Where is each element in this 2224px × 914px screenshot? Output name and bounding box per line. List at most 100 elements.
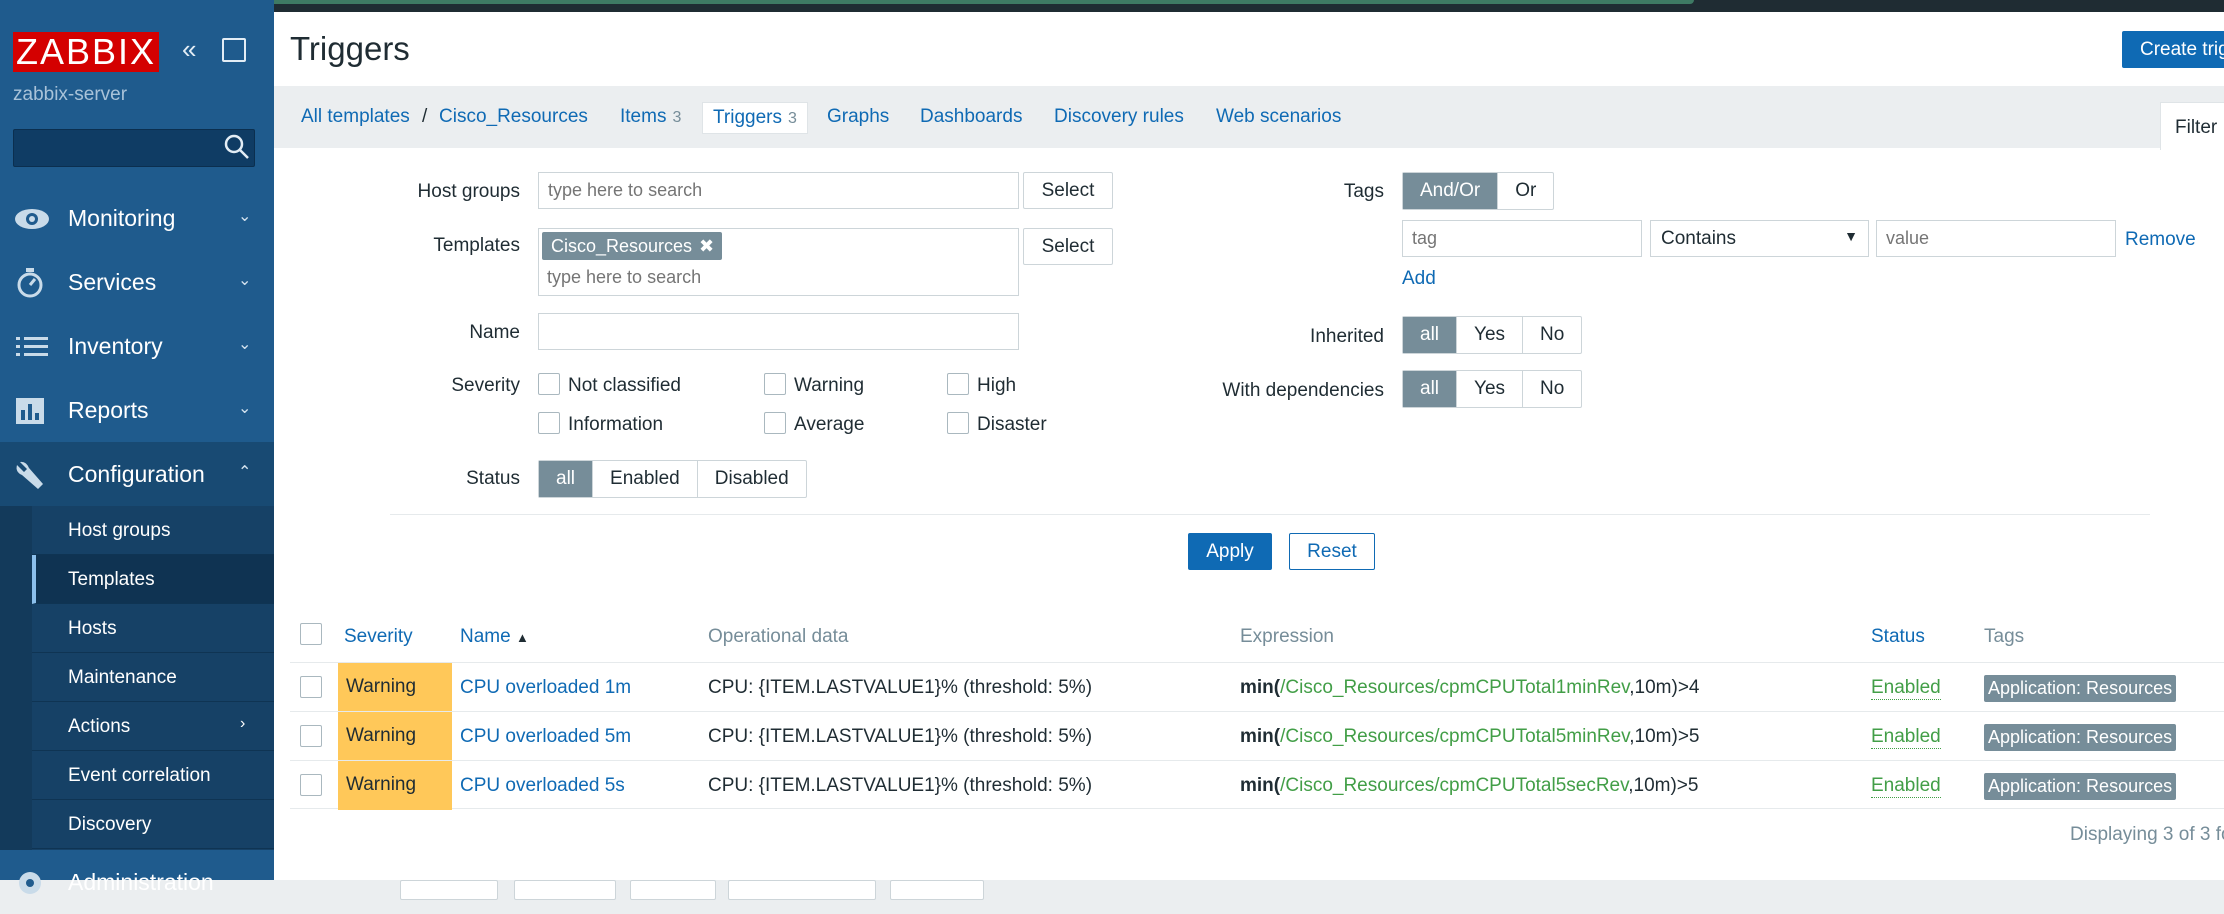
name-input[interactable]	[538, 313, 1019, 350]
gear-icon	[19, 872, 41, 894]
apply-button[interactable]: Apply	[1188, 533, 1272, 570]
mass-action-button[interactable]	[728, 880, 876, 900]
templates-search-input[interactable]	[540, 262, 1010, 292]
expression-rest: ,10m)>4	[1629, 677, 1700, 698]
tag-name-input[interactable]	[1402, 220, 1642, 257]
select-all-checkbox[interactable]	[300, 623, 322, 645]
severity-checkbox-average[interactable]	[764, 412, 786, 434]
submenu-maintenance[interactable]: Maintenance	[32, 653, 274, 702]
reset-button[interactable]: Reset	[1289, 533, 1375, 570]
tab-items[interactable]: Items 3	[620, 86, 681, 148]
menu-configuration[interactable]: Configuration ⌃	[0, 442, 274, 506]
remove-chip-icon[interactable]: ✖	[699, 232, 714, 260]
menu-reports[interactable]: Reports ⌄	[0, 378, 274, 442]
row-checkbox[interactable]	[300, 774, 322, 796]
severity-checkbox-warning[interactable]	[764, 373, 786, 395]
severity-checkbox-disaster[interactable]	[947, 412, 969, 434]
host-groups-select-button[interactable]: Select	[1023, 172, 1113, 209]
tags-andor-button[interactable]: And/Or	[1403, 173, 1499, 209]
submenu-label: Discovery	[68, 814, 152, 835]
expression-item-link[interactable]: /Cisco_Resources/cpmCPUTotal5minRev	[1280, 726, 1629, 747]
mass-action-button[interactable]	[514, 880, 616, 900]
menu-services[interactable]: Services ⌄	[0, 250, 274, 314]
host-groups-input[interactable]	[538, 172, 1019, 209]
mass-action-button[interactable]	[890, 880, 984, 900]
expression-item-link[interactable]: /Cisco_Resources/cpmCPUTotal1minRev	[1280, 677, 1629, 698]
col-header-name[interactable]: Name ▲	[460, 626, 529, 648]
trigger-name-link[interactable]: CPU overloaded 5m	[460, 726, 631, 748]
submenu-host-groups[interactable]: Host groups	[32, 506, 274, 555]
trigger-name-link[interactable]: CPU overloaded 5s	[460, 775, 625, 797]
remove-tag-link[interactable]: Remove	[2125, 229, 2196, 251]
stopwatch-icon	[17, 268, 43, 298]
severity-label-information: Information	[568, 414, 664, 435]
status-toggle-link[interactable]: Enabled	[1871, 726, 1941, 749]
tag-badge[interactable]: Application: Resources	[1984, 724, 2177, 751]
tag-operator-select[interactable]: Contains ▼	[1650, 220, 1869, 257]
dependencies-all-button[interactable]: all	[1403, 371, 1458, 407]
submenu-discovery[interactable]: Discovery	[32, 800, 274, 849]
row-checkbox[interactable]	[300, 725, 322, 747]
severity-badge: Warning	[338, 663, 452, 712]
tab-dashboards[interactable]: Dashboards	[920, 86, 1022, 148]
filter-tab[interactable]: Filter	[2160, 102, 2224, 150]
status-all-button[interactable]: all	[539, 461, 594, 497]
severity-label-high: High	[977, 375, 1017, 396]
row-checkbox[interactable]	[300, 676, 322, 698]
add-tag-link[interactable]: Add	[1402, 268, 1436, 290]
trigger-name-link[interactable]: CPU overloaded 1m	[460, 677, 631, 699]
dependencies-yes-button[interactable]: Yes	[1457, 371, 1524, 407]
col-header-status[interactable]: Status	[1871, 626, 1925, 648]
breadcrumb-template[interactable]: Cisco_Resources	[439, 86, 588, 148]
tags-label: Tags	[1343, 181, 1384, 202]
expression-function: min(	[1240, 677, 1281, 698]
status-toggle: all Enabled Disabled	[538, 460, 807, 498]
tag-badge[interactable]: Application: Resources	[1984, 675, 2177, 702]
sort-ascending-icon: ▲	[515, 630, 529, 645]
col-header-severity[interactable]: Severity	[344, 626, 413, 648]
zabbix-logo[interactable]: ZABBIX	[13, 32, 159, 72]
name-label: Name	[469, 322, 520, 343]
search-icon[interactable]	[222, 132, 252, 162]
mass-action-button[interactable]	[630, 880, 716, 900]
submenu-event-correlation[interactable]: Event correlation	[32, 751, 274, 800]
kiosk-mode-icon[interactable]	[222, 38, 246, 62]
submenu-templates[interactable]: Templates	[32, 555, 274, 604]
tag-value-input[interactable]	[1876, 220, 2116, 257]
tab-web-scenarios[interactable]: Web scenarios	[1216, 86, 1341, 148]
inherited-all-button[interactable]: all	[1403, 317, 1458, 353]
tab-triggers[interactable]: Triggers 3	[702, 102, 808, 134]
menu-inventory[interactable]: Inventory ⌄	[0, 314, 274, 378]
tag-badge[interactable]: Application: Resources	[1984, 773, 2177, 800]
status-toggle-link[interactable]: Enabled	[1871, 677, 1941, 700]
tags-or-button[interactable]: Or	[1498, 173, 1553, 209]
menu-administration[interactable]: Administration	[0, 850, 274, 914]
status-enabled-button[interactable]: Enabled	[593, 461, 698, 497]
submenu-hosts[interactable]: Hosts	[32, 604, 274, 653]
submenu-label: Hosts	[68, 618, 117, 639]
menu-label: Administration	[68, 869, 214, 895]
templates-select-button[interactable]: Select	[1023, 228, 1113, 265]
submenu-actions[interactable]: Actions ›	[32, 702, 274, 751]
sidebar-search-input[interactable]	[13, 129, 255, 167]
tab-label: Triggers	[713, 107, 782, 128]
menu-label: Reports	[68, 397, 149, 423]
table-row: Warning CPU overloaded 1m CPU: {ITEM.LAS…	[290, 662, 2224, 712]
status-disabled-button[interactable]: Disabled	[698, 461, 806, 497]
collapse-sidebar-icon[interactable]: «	[182, 34, 196, 65]
menu-monitoring[interactable]: Monitoring ⌄	[0, 186, 274, 250]
severity-checkbox-information[interactable]	[538, 412, 560, 434]
severity-checkbox-high[interactable]	[947, 373, 969, 395]
inherited-yes-button[interactable]: Yes	[1457, 317, 1524, 353]
tab-discovery-rules[interactable]: Discovery rules	[1054, 86, 1184, 148]
dependencies-no-button[interactable]: No	[1523, 371, 1581, 407]
inherited-no-button[interactable]: No	[1523, 317, 1581, 353]
tab-graphs[interactable]: Graphs	[827, 86, 889, 148]
expression-item-link[interactable]: /Cisco_Resources/cpmCPUTotal5secRev	[1280, 775, 1628, 796]
breadcrumb-all-templates[interactable]: All templates	[301, 86, 410, 148]
create-trigger-button[interactable]: Create trigger	[2122, 31, 2224, 68]
configuration-submenu: Host groups Templates Hosts Maintenance …	[0, 506, 274, 850]
status-toggle-link[interactable]: Enabled	[1871, 775, 1941, 798]
severity-checkbox-not-classified[interactable]	[538, 373, 560, 395]
mass-action-button[interactable]	[400, 880, 498, 900]
